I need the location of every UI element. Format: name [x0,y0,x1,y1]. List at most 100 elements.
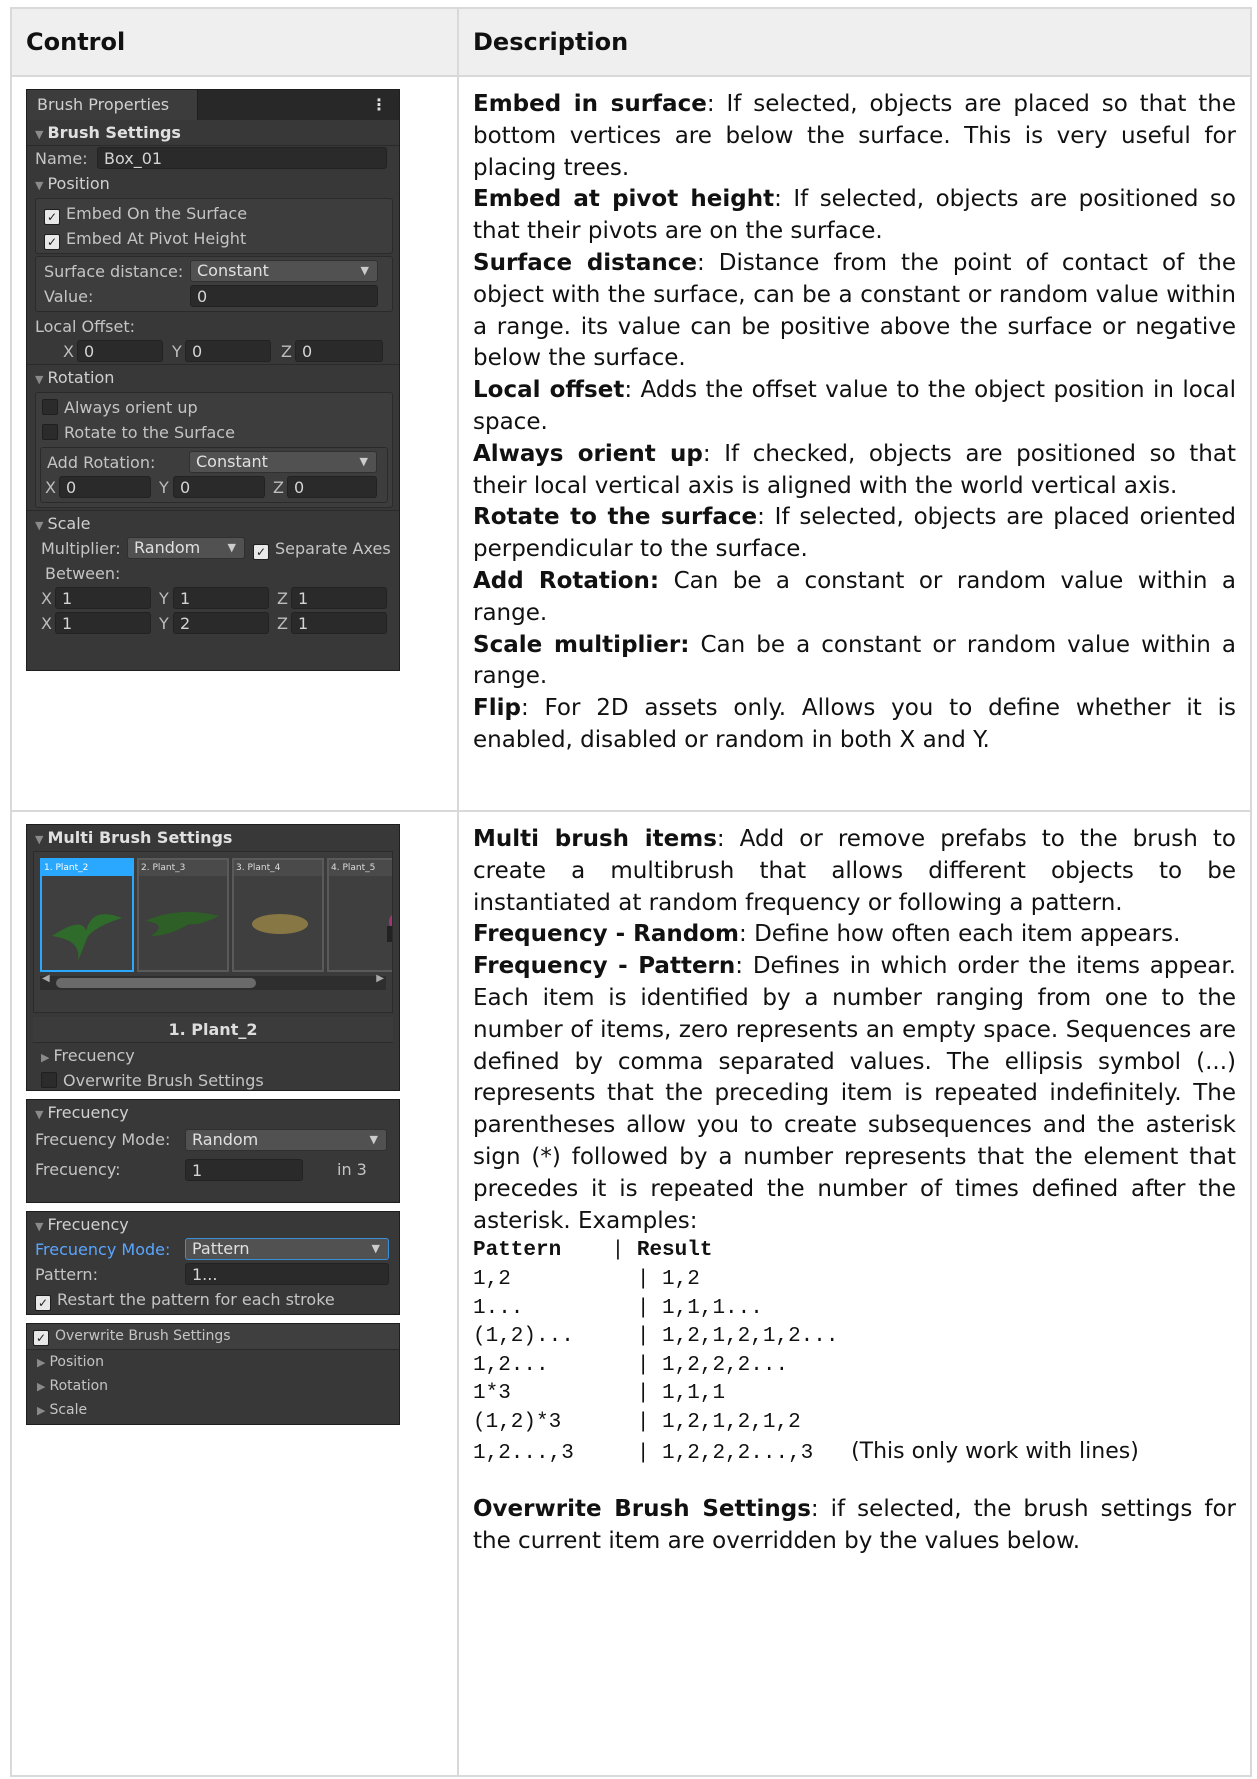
offset-x-field[interactable]: 0 [77,340,163,362]
scale-foldout[interactable]: ▼ Scale [27,510,399,536]
pattern-mode-row: Frecuency Mode: Pattern ▼ [27,1237,399,1262]
thumbnail-item[interactable]: 4. Plant_5 [327,858,392,972]
horizontal-scrollbar[interactable]: ◀ ▶ [40,973,386,990]
rot-z-field[interactable]: 0 [287,476,377,498]
header-description: Description [457,7,1252,77]
always-orient-row[interactable]: Always orient up [36,395,392,420]
frecuency-value-field[interactable]: 1 [185,1159,303,1181]
triangle-down-icon: ▼ [35,1108,44,1121]
frecuency-foldout[interactable]: ▶ Frecuency [27,1043,399,1068]
rot-y-field[interactable]: 0 [173,476,265,498]
scale-min-y-field[interactable]: 1 [173,587,269,609]
position-foldout[interactable]: ▼ Position [27,171,399,196]
scroll-left-icon[interactable]: ◀ [42,973,50,984]
checkbox-unchecked-icon[interactable] [41,1072,57,1088]
example-row: 1... | 1,1,1... [473,1296,763,1320]
separate-axes-toggle[interactable]: ✓ Separate Axes [253,536,391,561]
always-orient-label: Always orient up [64,398,198,417]
surface-distance-group: Surface distance: Constant ▼ Value: 0 [35,256,393,312]
multi-brush-title: Multi Brush Settings [47,828,233,847]
overwrite-toggle-row[interactable]: ✓ Overwrite Brush Settings [27,1324,399,1350]
axis-y-label: Y [159,478,169,497]
rot-x-field[interactable]: 0 [59,476,151,498]
offset-z-field[interactable]: 0 [295,340,383,362]
axis-x-label: X [41,614,52,633]
frecuency-mode-dropdown[interactable]: Random ▼ [185,1129,387,1151]
example-row: 1,2...,3 | 1,2,2,2...,3 (This only work … [473,1438,1139,1465]
embed-group: ✓ Embed On the Surface ✓ Embed At Pivot He… [35,198,393,254]
multiplier-value: Random [134,538,201,557]
overwrite-foldout-rotation[interactable]: ▶ Rotation [27,1374,399,1398]
desc-body: : Define how often each item appears. [739,921,1181,948]
checkbox-checked-icon[interactable]: ✓ [253,544,269,560]
desc-item: Flip: For 2D assets only. Allows you to … [473,693,1236,757]
checkbox-checked-icon[interactable]: ✓ [44,209,60,225]
example-pattern: 1,2... [473,1353,549,1377]
checkbox-unchecked-icon[interactable] [42,424,58,440]
embed-surface-row[interactable]: ✓ Embed On the Surface [36,201,392,226]
thumbnail-label: 2. Plant_3 [139,860,227,876]
scale-max-y-field[interactable]: 2 [173,612,269,634]
scale-max-x-field[interactable]: 1 [55,612,151,634]
add-rotation-dropdown[interactable]: Constant ▼ [189,451,377,473]
frecuency-mode-label: Frecuency Mode: [35,1130,171,1149]
checkbox-checked-icon[interactable]: ✓ [33,1330,49,1346]
rotate-surface-row[interactable]: Rotate to the Surface [36,420,392,445]
table-row: ▼ Multi Brush Settings 1. Plant_2 2. Plan… [10,810,1252,1777]
frecuency-mode-value: Random [192,1130,259,1149]
surface-distance-dropdown[interactable]: Constant ▼ [190,260,378,282]
brush-settings-foldout[interactable]: ▼ Brush Settings [27,120,399,145]
offset-y-field[interactable]: 0 [185,340,271,362]
thumbnail-item[interactable]: 1. Plant_2 [40,858,134,972]
overwrite-foldout-scale[interactable]: ▶ Scale [27,1398,399,1422]
kebab-menu-icon[interactable]: ⋮ [371,90,387,120]
scale-max-z-field[interactable]: 1 [291,612,387,634]
overwrite-foldout-position[interactable]: ▶ Position [27,1350,399,1374]
example-result: 1,2,1,2,1,2 [662,1410,801,1434]
desc-item: Scale multiplier: Can be a constant or r… [473,630,1236,694]
example-result: 1,1,1 [662,1382,726,1406]
checkbox-checked-icon[interactable]: ✓ [35,1295,51,1311]
thumbnail-item[interactable]: 2. Plant_3 [137,858,229,972]
thumbnail-item[interactable]: 3. Plant_4 [232,858,324,972]
restart-pattern-row[interactable]: ✓ Restart the pattern for each stroke [27,1287,399,1312]
overwrite-row[interactable]: Overwrite Brush Settings [27,1068,399,1093]
axis-z-label: Z [277,614,288,633]
embed-pivot-row[interactable]: ✓ Embed At Pivot Height [36,226,392,251]
scale-min-row: X 1 Y 1 Z 1 [27,586,399,611]
scale-min-x-field[interactable]: 1 [55,587,151,609]
example-row: 1,2... | 1,2,2,2... [473,1353,789,1377]
tab-brush-properties[interactable]: Brush Properties [27,90,198,120]
name-row: Name: Box_01 [27,145,399,171]
frecuency-random-foldout[interactable]: ▼ Frecuency [27,1100,399,1125]
pattern-mode-dropdown[interactable]: Pattern ▼ [185,1238,389,1260]
chevron-down-icon: ▼ [371,1242,380,1255]
pattern-field[interactable]: 1... [185,1263,389,1285]
name-field[interactable]: Box_01 [97,147,387,169]
frecuency-pattern-foldout[interactable]: ▼ Frecuency [27,1212,399,1237]
axis-x-label: X [45,478,56,497]
axis-x-label: X [41,589,52,608]
chevron-down-icon: ▼ [360,264,369,277]
checkbox-checked-icon[interactable]: ✓ [44,234,60,250]
rotation-foldout[interactable]: ▼ Rotation [27,364,399,390]
multiplier-dropdown[interactable]: Random ▼ [127,537,245,559]
desc-term: Embed in surface [473,91,707,117]
scroll-right-icon[interactable]: ▶ [376,973,384,984]
value-field[interactable]: 0 [190,285,378,307]
desc-item: Rotate to the surface: If selected, obje… [473,502,1236,566]
pattern-label: Pattern: [35,1265,98,1284]
position-label: Position [47,174,110,193]
multi-brush-foldout[interactable]: ▼ Multi Brush Settings [27,825,399,851]
scrollbar-thumb[interactable] [56,978,256,988]
triangle-down-icon: ▼ [35,833,44,846]
desc-term: Embed at pivot height [473,186,775,213]
thumbnail-label: 4. Plant_5 [329,860,392,876]
frecuency-random-panel: ▼ Frecuency Frecuency Mode: Random ▼ Frecu… [26,1099,400,1203]
pattern-row: Pattern: 1... [27,1262,399,1287]
scale-min-z-field[interactable]: 1 [291,587,387,609]
triangle-down-icon: ▼ [35,1220,44,1233]
triangle-right-icon: ▶ [37,1380,46,1393]
plant-thumbnail-icon [145,912,219,936]
checkbox-unchecked-icon[interactable] [42,399,58,415]
